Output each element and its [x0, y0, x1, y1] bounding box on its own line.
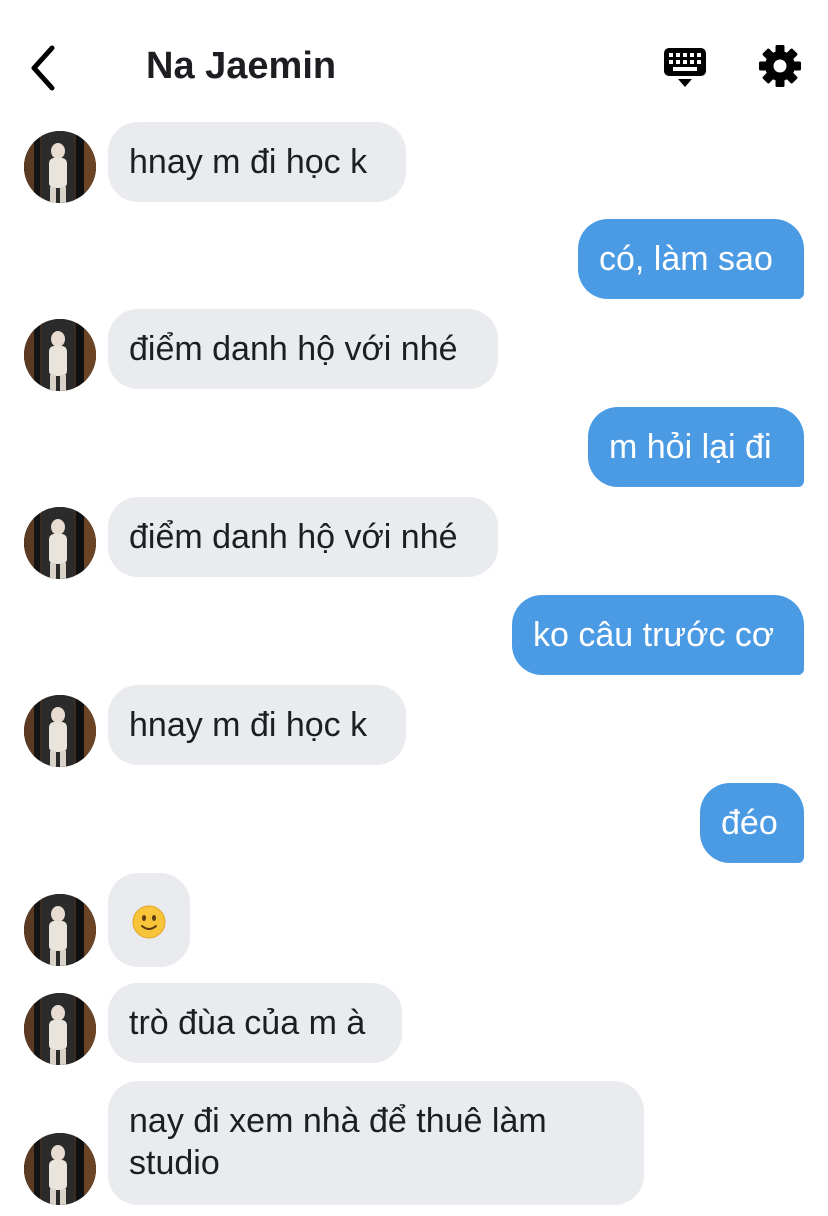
outgoing-message[interactable]: m hỏi lại đi — [588, 407, 804, 487]
avatar[interactable] — [24, 894, 96, 966]
back-button[interactable] — [22, 40, 72, 96]
contact-photo — [24, 695, 96, 767]
outgoing-message[interactable]: đéo — [700, 783, 804, 863]
keyboard-icon — [664, 48, 706, 87]
avatar[interactable] — [24, 695, 96, 767]
slightly-smiling-face-icon — [132, 905, 166, 939]
contact-photo — [24, 131, 96, 203]
contact-photo — [24, 1133, 96, 1205]
contact-photo — [24, 894, 96, 966]
incoming-message[interactable]: trò đùa của m à — [108, 983, 402, 1063]
conversation-title: Na Jaemin — [146, 45, 337, 87]
outgoing-message[interactable]: ko câu trước cơ — [512, 595, 804, 675]
avatar[interactable] — [24, 507, 96, 579]
incoming-message[interactable]: điểm danh hộ với nhé — [108, 309, 498, 389]
avatar[interactable] — [24, 1133, 96, 1205]
incoming-message[interactable]: điểm danh hộ với nhé — [108, 497, 498, 577]
incoming-message[interactable] — [108, 873, 190, 967]
contact-photo — [24, 319, 96, 391]
chevron-left-icon — [31, 45, 55, 91]
avatar[interactable] — [24, 319, 96, 391]
gear-icon — [759, 45, 801, 87]
outgoing-message[interactable]: có, làm sao — [578, 219, 804, 299]
contact-photo — [24, 993, 96, 1065]
contact-photo — [24, 507, 96, 579]
keyboard-button[interactable] — [660, 44, 710, 90]
settings-button[interactable] — [757, 43, 803, 89]
incoming-message[interactable]: hnay m đi học k — [108, 122, 406, 202]
avatar[interactable] — [24, 131, 96, 203]
incoming-message[interactable]: hnay m đi học k — [108, 685, 406, 765]
incoming-message[interactable]: nay đi xem nhà để thuê làm studio — [108, 1081, 644, 1205]
avatar[interactable] — [24, 993, 96, 1065]
chat-header: Na Jaemin — [0, 0, 828, 120]
